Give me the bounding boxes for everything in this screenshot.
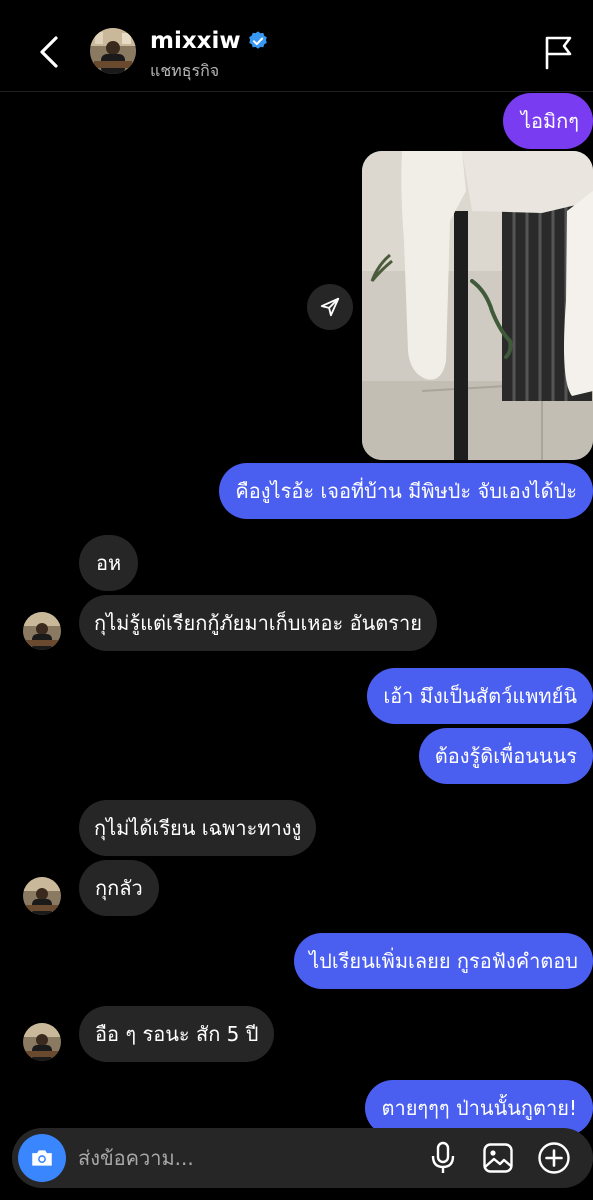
username-text: mixxiw (150, 28, 241, 54)
message-bubble-outgoing[interactable]: เอ้า มึงเป็นสัตว์แพทย์นิ (367, 668, 593, 724)
gallery-button[interactable] (480, 1140, 516, 1176)
verified-badge-icon (248, 31, 267, 49)
gallery-icon (483, 1143, 513, 1173)
message-bubble-incoming[interactable]: กุไม่ได้เรียน เฉพาะทางงู (79, 800, 317, 856)
sender-avatar (23, 612, 61, 650)
message-bubble-outgoing[interactable]: ไอมิกๆ (502, 93, 593, 149)
profile-username[interactable]: mixxiw (150, 28, 269, 54)
message-bubble-incoming[interactable]: อห (79, 535, 139, 591)
microphone-icon (431, 1141, 455, 1173)
share-button[interactable] (307, 284, 353, 330)
chat-header: mixxiw แชทธุรกิจ (0, 0, 593, 92)
message-bubble-incoming[interactable]: กุกลัว (79, 860, 159, 916)
back-button[interactable] (32, 32, 68, 72)
flag-icon (545, 36, 572, 70)
chat-subtitle: แชทธุรกิจ (150, 61, 220, 80)
message-bubble-incoming[interactable]: อือ ๆ รอนะ สัก 5 ปี (79, 1006, 275, 1062)
sender-avatar (23, 877, 61, 915)
share-icon (320, 297, 340, 317)
add-button[interactable] (536, 1140, 572, 1176)
microphone-button[interactable] (425, 1140, 461, 1176)
message-composer (12, 1128, 593, 1188)
sender-avatar (23, 1023, 61, 1061)
back-arrow-icon (40, 36, 58, 68)
profile-avatar[interactable] (90, 28, 136, 74)
plus-icon (538, 1142, 570, 1174)
message-bubble-incoming[interactable]: กุไม่รู้แต่เรียกกู้ภัยมาเก็บเหอะ อันตราย (79, 595, 437, 651)
message-bubble-outgoing[interactable]: ต้องรู้ดิเพื่อนนนร (418, 728, 593, 784)
report-flag-button[interactable] (543, 34, 575, 70)
message-photo[interactable] (362, 151, 593, 460)
camera-button[interactable] (18, 1134, 66, 1182)
camera-icon (32, 1150, 52, 1166)
message-bubble-outgoing[interactable]: คืองูไรอ้ะ เจอที่บ้าน มีพิษป่ะ จับเองได้… (219, 463, 593, 519)
message-bubble-outgoing[interactable]: ไปเรียนเพิ่มเลยย กูรอฟังคำตอบ (294, 933, 593, 989)
message-input[interactable] (78, 1128, 418, 1188)
